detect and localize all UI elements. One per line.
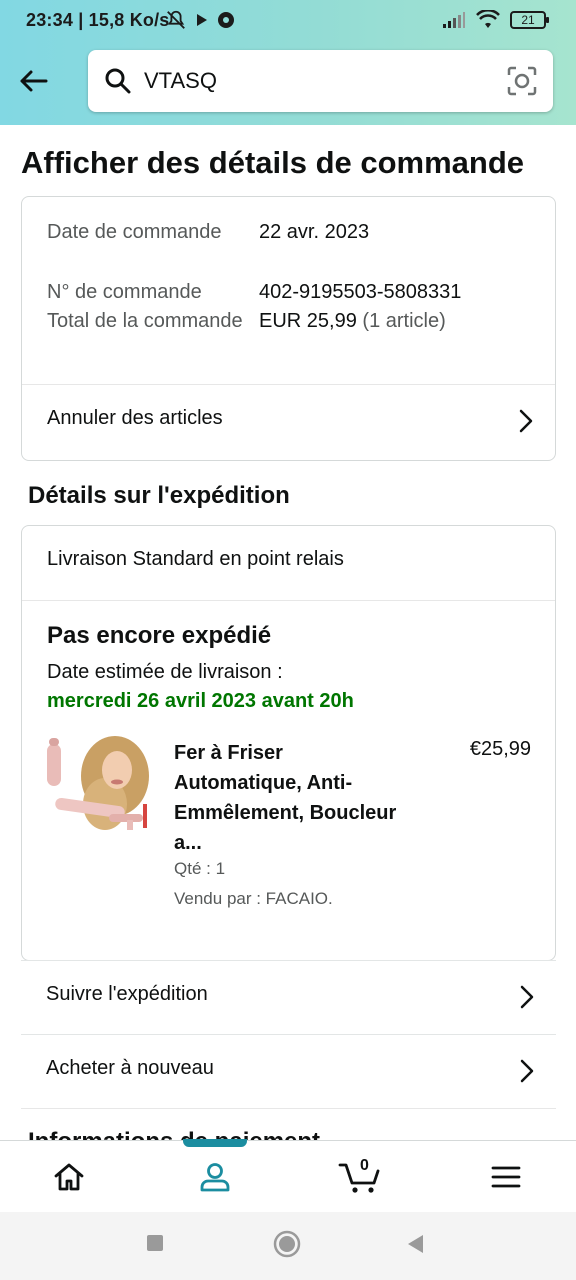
battery-icon: 21 <box>510 11 549 29</box>
order-number-value: 402-9195503-5808331 <box>259 281 462 303</box>
cancel-items-button[interactable]: Annuler des articles <box>22 385 555 459</box>
search-box[interactable]: VTASQ <box>88 50 553 112</box>
shipping-type: Livraison Standard en point relais <box>47 548 344 570</box>
status-bar: 23:34 | 15,8 Ko/s 21 <box>0 0 576 42</box>
app-header: 23:34 | 15,8 Ko/s 21 VTASQ <box>0 0 576 125</box>
user-icon <box>200 1163 230 1192</box>
cancel-items-label: Annuler des articles <box>47 407 223 429</box>
order-number-label: N° de commande <box>47 281 202 303</box>
camera-scan-icon[interactable] <box>507 66 537 96</box>
home-circle-icon[interactable] <box>273 1230 301 1258</box>
order-item-count: (1 article) <box>362 310 446 332</box>
status-time: 23:34 | 15,8 Ko/s <box>26 10 170 30</box>
search-input[interactable]: VTASQ <box>144 68 217 94</box>
buy-again-label: Acheter à nouveau <box>46 1057 214 1079</box>
track-shipment-label: Suivre l'expédition <box>46 983 208 1005</box>
order-total-label: Total de la commande <box>47 310 243 332</box>
product-name-link[interactable]: Fer à Friser Automatique, Anti-Emmêlemen… <box>174 738 404 858</box>
back-triangle-icon[interactable] <box>406 1234 424 1254</box>
wifi-icon <box>476 10 500 28</box>
menu-icon <box>491 1166 521 1188</box>
product-seller: Vendu par : FACAIO. <box>174 889 333 908</box>
status-notification-icons <box>165 9 235 31</box>
order-info-card: Date de commande 22 avr. 2023 N° de comm… <box>21 196 556 461</box>
system-navigation-bar <box>0 1212 576 1280</box>
eta-date: mercredi 26 avril 2023 avant 20h <box>47 690 354 712</box>
search-icon <box>105 68 131 94</box>
arrow-left-icon <box>20 70 48 92</box>
play-icon <box>197 14 207 26</box>
chevron-right-icon <box>519 409 533 433</box>
product-quantity: Qté : 1 <box>174 859 226 878</box>
nav-home-button[interactable] <box>49 1157 89 1197</box>
cart-count-badge: 0 <box>360 1157 369 1174</box>
divider <box>22 600 555 601</box>
signal-icon <box>443 12 465 28</box>
order-date-label: Date de commande <box>47 221 222 243</box>
nav-menu-button[interactable] <box>486 1157 526 1197</box>
eta-label: Date estimée de livraison : <box>47 661 283 683</box>
active-tab-indicator <box>183 1139 247 1147</box>
order-total-value: EUR 25,99 (1 article) <box>259 306 446 336</box>
shipment-card: Livraison Standard en point relais Pas e… <box>21 525 556 961</box>
back-button[interactable] <box>16 64 50 98</box>
order-total-amount: EUR 25,99 <box>259 310 357 332</box>
ball-icon <box>218 12 234 28</box>
shipping-section-title: Détails sur l'expédition <box>28 482 290 509</box>
product-image[interactable] <box>45 734 153 842</box>
status-system-icons: 21 <box>442 10 549 30</box>
buy-again-button[interactable]: Acheter à nouveau <box>21 1034 556 1108</box>
mute-bell-icon <box>167 10 185 29</box>
order-date-value: 22 avr. 2023 <box>259 221 370 243</box>
product-price: €25,99 <box>469 738 531 760</box>
recents-icon[interactable] <box>146 1234 164 1252</box>
page-title: Afficher des détails de commande <box>21 145 525 180</box>
shipment-status: Pas encore expédié <box>47 622 272 649</box>
home-icon <box>54 1163 84 1191</box>
nav-cart-button[interactable]: 0 <box>338 1157 382 1197</box>
bottom-navigation: 0 <box>0 1139 576 1212</box>
nav-account-button[interactable] <box>195 1157 235 1197</box>
chevron-right-icon <box>520 1059 534 1083</box>
track-shipment-button[interactable]: Suivre l'expédition <box>21 960 556 1034</box>
chevron-right-icon <box>520 985 534 1009</box>
divider <box>21 1108 556 1109</box>
